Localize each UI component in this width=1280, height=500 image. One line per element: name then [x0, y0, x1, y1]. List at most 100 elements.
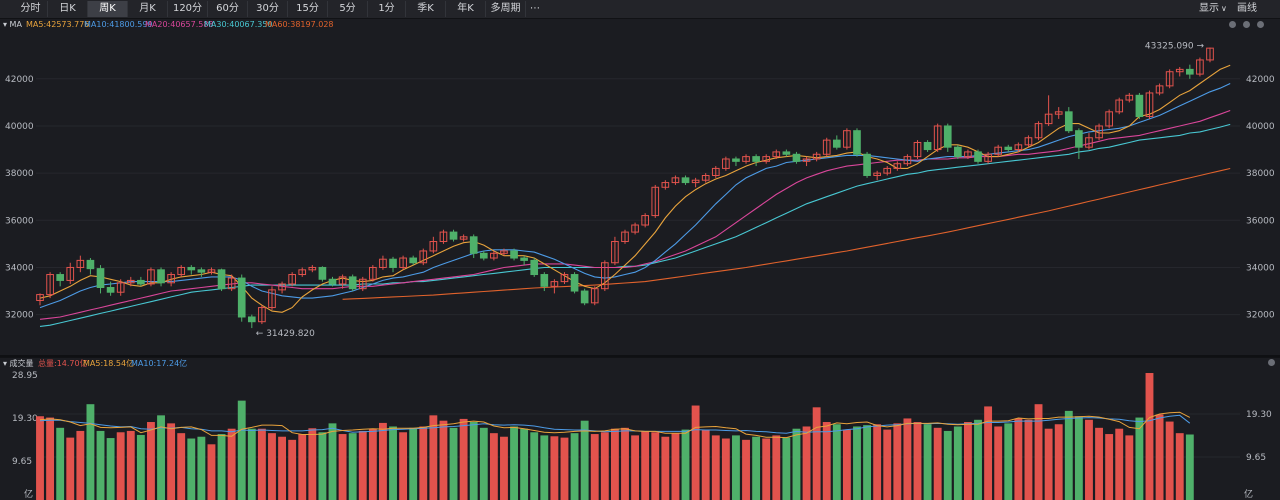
volume-tick-right-2: 9.65	[1246, 453, 1266, 463]
candle-3	[66, 262, 75, 284]
volume-bar-113	[1175, 433, 1184, 500]
candle-body-37	[409, 257, 418, 264]
candle-body-90	[943, 125, 952, 148]
volume-bar-58	[621, 427, 629, 500]
volume-bar-84	[883, 429, 892, 500]
candle-body-2	[56, 274, 65, 281]
candle-body-43	[469, 236, 478, 254]
volume-bar-44	[479, 427, 488, 500]
volume-bar-2	[56, 427, 65, 500]
candle-body-96	[1004, 146, 1013, 151]
candle-57	[611, 236, 619, 266]
volume-unit-label-right: 亿	[1244, 488, 1253, 500]
candle-111	[1155, 83, 1164, 96]
candle-79	[832, 135, 841, 150]
candle-50	[540, 272, 549, 292]
candle-66	[701, 173, 710, 183]
volume-bar-93	[974, 419, 982, 500]
volume-bar-40	[439, 420, 448, 500]
volume-bar-60	[641, 430, 650, 500]
candle-body-79	[832, 139, 841, 148]
candle-21	[247, 314, 256, 329]
volume-bar-0	[36, 416, 44, 500]
volume-bar-34	[378, 422, 387, 500]
candle-44	[479, 250, 488, 261]
candle-15	[187, 265, 196, 275]
candle-body-12	[157, 269, 165, 284]
volume-bar-92	[963, 422, 972, 500]
candle-body-6	[96, 268, 105, 289]
candle-5	[86, 258, 95, 275]
volume-bar-19	[227, 428, 236, 500]
volume-bar-96	[1004, 423, 1013, 500]
volume-bar-97	[1014, 418, 1023, 500]
candle-body-35	[389, 258, 397, 268]
kline-chart[interactable]: 42000 42000 40000 40000 38000 38000 36000 36000…	[0, 0, 1280, 500]
candle-11	[147, 267, 155, 287]
candle-body-15	[187, 266, 196, 271]
volume-bar-21	[247, 428, 256, 500]
candle-body-49	[530, 259, 539, 276]
volume-bar-10	[136, 434, 145, 500]
volume-bar-77	[812, 407, 821, 500]
candle-4	[76, 255, 85, 273]
candle-93	[974, 149, 982, 164]
volume-bar-88	[923, 424, 932, 500]
candle-80	[843, 128, 851, 150]
volume-bar-52	[560, 437, 569, 500]
candle-body-71	[752, 156, 760, 162]
volume-bar-81	[853, 426, 861, 500]
candle-69	[732, 156, 740, 167]
price-axis: 42000 42000 40000 40000 38000 38000 36000 36000…	[5, 75, 1275, 321]
volume-bar-66	[701, 429, 710, 500]
candle-116	[1206, 47, 1214, 63]
candle-100	[1044, 95, 1053, 126]
volume-bar-5	[86, 404, 95, 500]
candle-96	[1004, 144, 1013, 152]
candle-31	[348, 274, 357, 292]
candle-55	[590, 286, 599, 306]
volume-bar-69	[732, 435, 740, 500]
volume-bar-56	[600, 432, 609, 500]
candle-body-47	[510, 250, 518, 259]
candle-63	[671, 175, 680, 185]
candle-59	[631, 222, 639, 235]
volume-bar-45	[489, 433, 498, 500]
volume-bar-30	[338, 434, 347, 500]
volume-bar-109	[1135, 417, 1144, 500]
volume-bar-28	[318, 432, 327, 500]
candle-88	[923, 140, 932, 152]
volume-bar-24	[278, 436, 287, 500]
candle-body-5	[86, 259, 95, 270]
volume-bar-35	[389, 426, 397, 500]
volume-bar-64	[681, 429, 690, 500]
candle-body-10	[137, 279, 145, 285]
volume-bar-104	[1085, 419, 1093, 500]
volume-bar-23	[268, 433, 276, 500]
volume-bar-83	[873, 424, 882, 500]
volume-bar-55	[590, 434, 599, 500]
candle-106	[1105, 109, 1113, 129]
volume-bar-101	[1054, 424, 1063, 500]
volume-bar-25	[288, 439, 297, 500]
volume-bar-67	[711, 435, 720, 500]
volume-bar-65	[691, 405, 700, 500]
candle-61	[651, 184, 660, 218]
candle-82	[863, 151, 871, 178]
volume-bar-29	[328, 423, 337, 500]
candle-body-88	[923, 141, 932, 151]
candle-body-69	[732, 158, 740, 162]
candle-95	[994, 144, 1003, 157]
candle-113	[1175, 67, 1184, 77]
candle-body-7	[106, 287, 115, 293]
volume-bar-112	[1165, 421, 1174, 500]
candle-18	[217, 268, 226, 292]
volume-bar-48	[520, 428, 529, 500]
price-tick-left-5: 32000	[5, 311, 34, 321]
candle-34	[379, 255, 387, 270]
candle-body-75	[792, 153, 801, 162]
volume-bar-16	[197, 436, 206, 500]
price-tick-left-0: 42000	[5, 75, 34, 85]
volume-bar-7	[106, 438, 115, 500]
candle-body-74	[782, 151, 791, 155]
